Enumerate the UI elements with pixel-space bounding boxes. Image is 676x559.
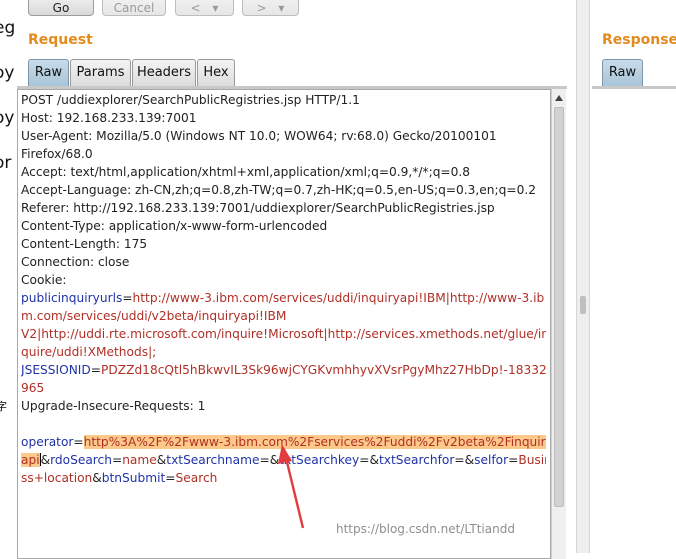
- header-referer: Referer: http://192.168.233.139:7001/udd…: [21, 201, 495, 215]
- clipped-text: oy: [0, 108, 15, 128]
- equals: =: [259, 453, 270, 467]
- cookie-line: m.com/services/uddi/v2beta/inquiryapi!IB…: [21, 307, 546, 325]
- ampersand: &: [92, 471, 102, 485]
- cookie-line: quire/uddi!XMethods|;: [21, 343, 546, 361]
- param-value: Search: [175, 471, 218, 485]
- param-name: operator: [21, 435, 74, 449]
- header-accept-language: Accept-Language: zh-CN,zh;q=0.8,zh-TW;q=…: [21, 183, 536, 197]
- back-dropdown-icon: ▾: [212, 1, 219, 15]
- header-user-agent-cont: Firefox/68.0: [21, 147, 93, 161]
- cookie-line: JSESSIONID=PDZZd18cQtl5hBkwvIL3Sk96wjCYG…: [21, 361, 546, 379]
- header-content-type: Content-Type: application/x-www-form-url…: [21, 219, 328, 233]
- forward-button[interactable]: > ▾: [242, 0, 299, 16]
- request-line: POST /uddiexplorer/SearchPublicRegistrie…: [21, 93, 360, 107]
- cookie-value: m.com/services/uddi/v2beta/inquiryapi!IB…: [21, 309, 287, 323]
- forward-dropdown-icon: ▾: [278, 1, 285, 15]
- scroll-thumb[interactable]: [554, 107, 564, 507]
- cookie-name: publicinquiryurls: [21, 291, 123, 305]
- clipped-text: oy: [0, 63, 15, 83]
- go-button[interactable]: Go: [28, 0, 94, 16]
- request-title: Request: [28, 32, 93, 48]
- param-value-selected: api: [21, 453, 40, 467]
- equals: =: [73, 435, 84, 449]
- equals: =: [454, 453, 465, 467]
- header-connection: Connection: close: [21, 255, 130, 269]
- divider-grip-icon[interactable]: [580, 296, 586, 314]
- param-name: selfor: [474, 453, 509, 467]
- header-accept: Accept: text/html,application/xhtml+xml,…: [21, 165, 471, 179]
- clipped-text: or: [0, 153, 12, 173]
- cookie-line: V2|http://uddi.rte.microsoft.com/inquire…: [21, 325, 546, 343]
- cookie-value: 965: [21, 381, 45, 395]
- equals: =: [111, 453, 123, 467]
- cookie-value: quire/uddi!XMethods|;: [21, 345, 157, 359]
- header-upgrade: Upgrade-Insecure-Requests: 1: [21, 399, 206, 413]
- header-cookie: Cookie:: [21, 273, 67, 287]
- clipped-text: 字: [0, 400, 7, 413]
- tab-hex[interactable]: Hex: [197, 59, 235, 86]
- equals: =: [165, 471, 176, 485]
- equals: =: [508, 453, 519, 467]
- watermark: https://blog.csdn.net/LTtiandd: [336, 522, 515, 536]
- request-scrollbar[interactable]: [551, 89, 566, 559]
- ampersand: &: [464, 453, 475, 467]
- annotation-arrow: [278, 444, 305, 529]
- header-host: Host: 192.168.233.139:7001: [21, 111, 197, 125]
- param-value: ss+location: [21, 471, 93, 485]
- back-icon: <: [190, 1, 201, 15]
- clipped-text: eg: [0, 18, 16, 38]
- cookie-value: PDZZd18cQtl5hBkwvIL3Sk96wjCYGKvmhhyvXVsr…: [101, 363, 546, 377]
- response-tab-underline: [592, 86, 676, 89]
- tab-raw[interactable]: Raw: [28, 59, 69, 86]
- equals: =: [90, 363, 102, 377]
- param-name: rdoSearch: [50, 453, 112, 467]
- cancel-button[interactable]: Cancel: [102, 0, 166, 16]
- equals: =: [122, 291, 133, 305]
- param-value: name: [122, 453, 157, 467]
- param-name: txtSearchfor: [378, 453, 455, 467]
- tab-headers[interactable]: Headers: [132, 59, 196, 86]
- forward-icon: >: [256, 1, 267, 15]
- cookie-line: 965: [21, 379, 546, 397]
- scroll-up-icon[interactable]: [555, 95, 563, 101]
- cookie-value: V2|http://uddi.rte.microsoft.com/inquire…: [21, 327, 546, 341]
- ampersand: &: [40, 453, 51, 467]
- cookie-name: JSESSIONID: [21, 363, 91, 377]
- header-content-length: Content-Length: 175: [21, 237, 148, 251]
- ampersand: &: [156, 453, 167, 467]
- response-title: Response: [602, 32, 676, 48]
- param-value: Busine: [518, 453, 546, 467]
- header-user-agent: User-Agent: Mozilla/5.0 (Windows NT 10.0…: [21, 129, 497, 143]
- tab-response-raw[interactable]: Raw: [602, 59, 643, 86]
- ampersand: &: [369, 453, 379, 467]
- param-name: txtSearchname: [166, 453, 260, 467]
- tab-params[interactable]: Params: [70, 59, 131, 86]
- param-name: btnSubmit: [101, 471, 166, 485]
- back-button[interactable]: < ▾: [175, 0, 234, 16]
- split-divider[interactable]: [576, 0, 590, 553]
- equals: =: [359, 453, 370, 467]
- cookie-line: publicinquiryurls=http://www-3.ibm.com/s…: [21, 289, 546, 307]
- cookie-value: http://www-3.ibm.com/services/uddi/inqui…: [132, 291, 545, 305]
